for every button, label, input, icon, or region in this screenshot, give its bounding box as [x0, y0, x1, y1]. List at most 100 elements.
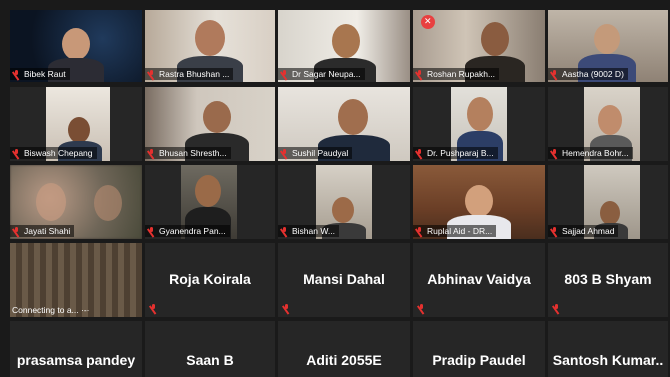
muted-mic-icon	[280, 148, 289, 160]
participant-tile-hemendra[interactable]: Hemendra Bohr...	[548, 87, 668, 161]
participant-tile-bhusan[interactable]: Bhusan Shresth...	[145, 87, 275, 161]
muted-mic-icon	[415, 148, 424, 160]
participant-name: Roja Koirala	[169, 271, 251, 287]
participant-tile-roja[interactable]: Roja Koirala	[145, 243, 275, 317]
participant-tile-pushparaj[interactable]: Dr. Pushparaj B...	[413, 87, 545, 161]
participant-name: Saan B	[186, 352, 234, 368]
participant-tile-jayati[interactable]: Jayati Shahi	[10, 165, 142, 239]
participant-name: Aditi 2055E	[306, 352, 382, 368]
participant-tile-biswash[interactable]: Biswash Chepang	[10, 87, 142, 161]
nameplate: Dr Sagar Neupa...	[278, 68, 365, 81]
muted-mic-icon	[417, 303, 426, 315]
participant-face	[94, 185, 122, 221]
participant-name: Santosh Kumar..	[552, 352, 664, 368]
nameplate: Jayati Shahi	[10, 225, 75, 238]
participant-face	[467, 97, 493, 131]
participant-face	[195, 175, 221, 207]
muted-mic-icon	[280, 69, 289, 81]
participant-tile-saan[interactable]: Saan B	[145, 321, 275, 377]
participant-name: Dr Sagar Neupa...	[292, 69, 361, 79]
participant-name: Dr. Pushparaj B...	[427, 148, 494, 158]
muted-mic-icon	[12, 148, 21, 160]
participant-name: Bhusan Shresth...	[159, 148, 227, 158]
participant-tile-ruplal[interactable]: Ruplal Aid - DR...	[413, 165, 545, 239]
nameplate: Bhusan Shresth...	[145, 147, 231, 160]
participant-tile-sagar[interactable]: Dr Sagar Neupa...	[278, 10, 410, 82]
participant-face	[203, 101, 231, 133]
nameplate: Rastra Bhushan ...	[145, 68, 234, 81]
participant-face	[62, 28, 90, 60]
muted-mic-icon	[552, 303, 561, 315]
participant-name: Sajjad Ahmad	[562, 226, 615, 236]
nameplate: Dr. Pushparaj B...	[413, 147, 498, 160]
muted-mic-icon	[415, 226, 424, 238]
participant-tile-mansi[interactable]: Mansi Dahal	[278, 243, 410, 317]
participant-tile-bibek[interactable]: Bibek Raut	[10, 10, 142, 82]
nameplate: Roshan Rupakh...	[413, 68, 500, 81]
participant-name: Biswash Chepang	[24, 148, 93, 158]
nameplate: Biswash Chepang	[10, 147, 97, 160]
muted-mic-icon	[147, 69, 156, 81]
muted-mic-icon	[149, 303, 158, 315]
participant-tile-santosh[interactable]: Santosh Kumar..	[548, 321, 668, 377]
participant-face	[332, 24, 360, 58]
participant-name: Sushil Paudyal	[292, 148, 349, 158]
participant-tile-connecting[interactable]: Connecting to a... ·-·	[10, 243, 142, 317]
participant-name: Hemendra Bohr...	[562, 148, 629, 158]
participant-face	[195, 20, 225, 56]
participant-tile-gyanendra[interactable]: Gyanendra Pan...	[145, 165, 275, 239]
participant-name: Roshan Rupakh...	[427, 69, 496, 79]
participant-tile-pradip[interactable]: Pradip Paudel	[413, 321, 545, 377]
participant-face	[481, 22, 509, 56]
participant-name: Bishan W...	[292, 226, 335, 236]
nameplate: Ruplal Aid - DR...	[413, 225, 497, 238]
connecting-status: Connecting to a... ·-·	[12, 305, 90, 315]
muted-mic-icon	[550, 226, 559, 238]
nameplate: Bishan W...	[278, 225, 339, 238]
muted-mic-icon	[12, 69, 21, 81]
participant-name: 803 B Shyam	[564, 271, 652, 287]
muted-mic-icon	[282, 303, 291, 315]
participant-name: Abhinav Vaidya	[427, 271, 531, 287]
muted-mic-icon	[280, 226, 289, 238]
participant-name: Mansi Dahal	[303, 271, 385, 287]
muted-mic-icon	[147, 148, 156, 160]
participant-face	[594, 24, 620, 54]
participant-face	[338, 99, 368, 135]
participant-tile-roshan[interactable]: Roshan Rupakh...	[413, 10, 545, 82]
nameplate: Gyanendra Pan...	[145, 225, 230, 238]
nameplate: Aastha (9002 D)	[548, 68, 628, 81]
participant-tile-abhinav[interactable]: Abhinav Vaidya	[413, 243, 545, 317]
participant-tile-sushil[interactable]: Sushil Paudyal	[278, 87, 410, 161]
participant-name: Gyanendra Pan...	[159, 226, 226, 236]
participant-tile-bishan[interactable]: Bishan W...	[278, 165, 410, 239]
participant-name: Jayati Shahi	[24, 226, 71, 236]
muted-mic-icon	[550, 148, 559, 160]
nameplate: Sushil Paudyal	[278, 147, 353, 160]
participant-face	[332, 197, 354, 223]
nameplate: Bibek Raut	[10, 68, 70, 81]
participant-name: Pradip Paudel	[432, 352, 526, 368]
participant-name: Rastra Bhushan ...	[159, 69, 230, 79]
participant-face	[36, 183, 66, 221]
participant-tile-aastha[interactable]: Aastha (9002 D)	[548, 10, 668, 82]
participant-tile-aditi[interactable]: Aditi 2055E	[278, 321, 410, 377]
muted-mic-icon	[550, 69, 559, 81]
participant-tile-prasamsa[interactable]: prasamsa pandey	[10, 321, 142, 377]
nameplate: Sajjad Ahmad	[548, 225, 619, 238]
muted-mic-icon	[415, 69, 424, 81]
participant-tile-rastra[interactable]: Rastra Bhushan ...	[145, 10, 275, 82]
participant-tile-sajjad[interactable]: Sajjad Ahmad	[548, 165, 668, 239]
nameplate: Hemendra Bohr...	[548, 147, 633, 160]
participant-name: Bibek Raut	[24, 69, 66, 79]
participant-face	[68, 117, 90, 143]
participant-face	[465, 185, 493, 217]
participant-tile-shyam[interactable]: 803 B Shyam	[548, 243, 668, 317]
close-icon[interactable]	[421, 15, 435, 29]
participant-name: prasamsa pandey	[16, 352, 136, 368]
participant-name: Ruplal Aid - DR...	[427, 226, 493, 236]
participant-face	[600, 201, 620, 225]
muted-mic-icon	[12, 226, 21, 238]
participant-name: Aastha (9002 D)	[562, 69, 624, 79]
muted-mic-icon	[147, 226, 156, 238]
